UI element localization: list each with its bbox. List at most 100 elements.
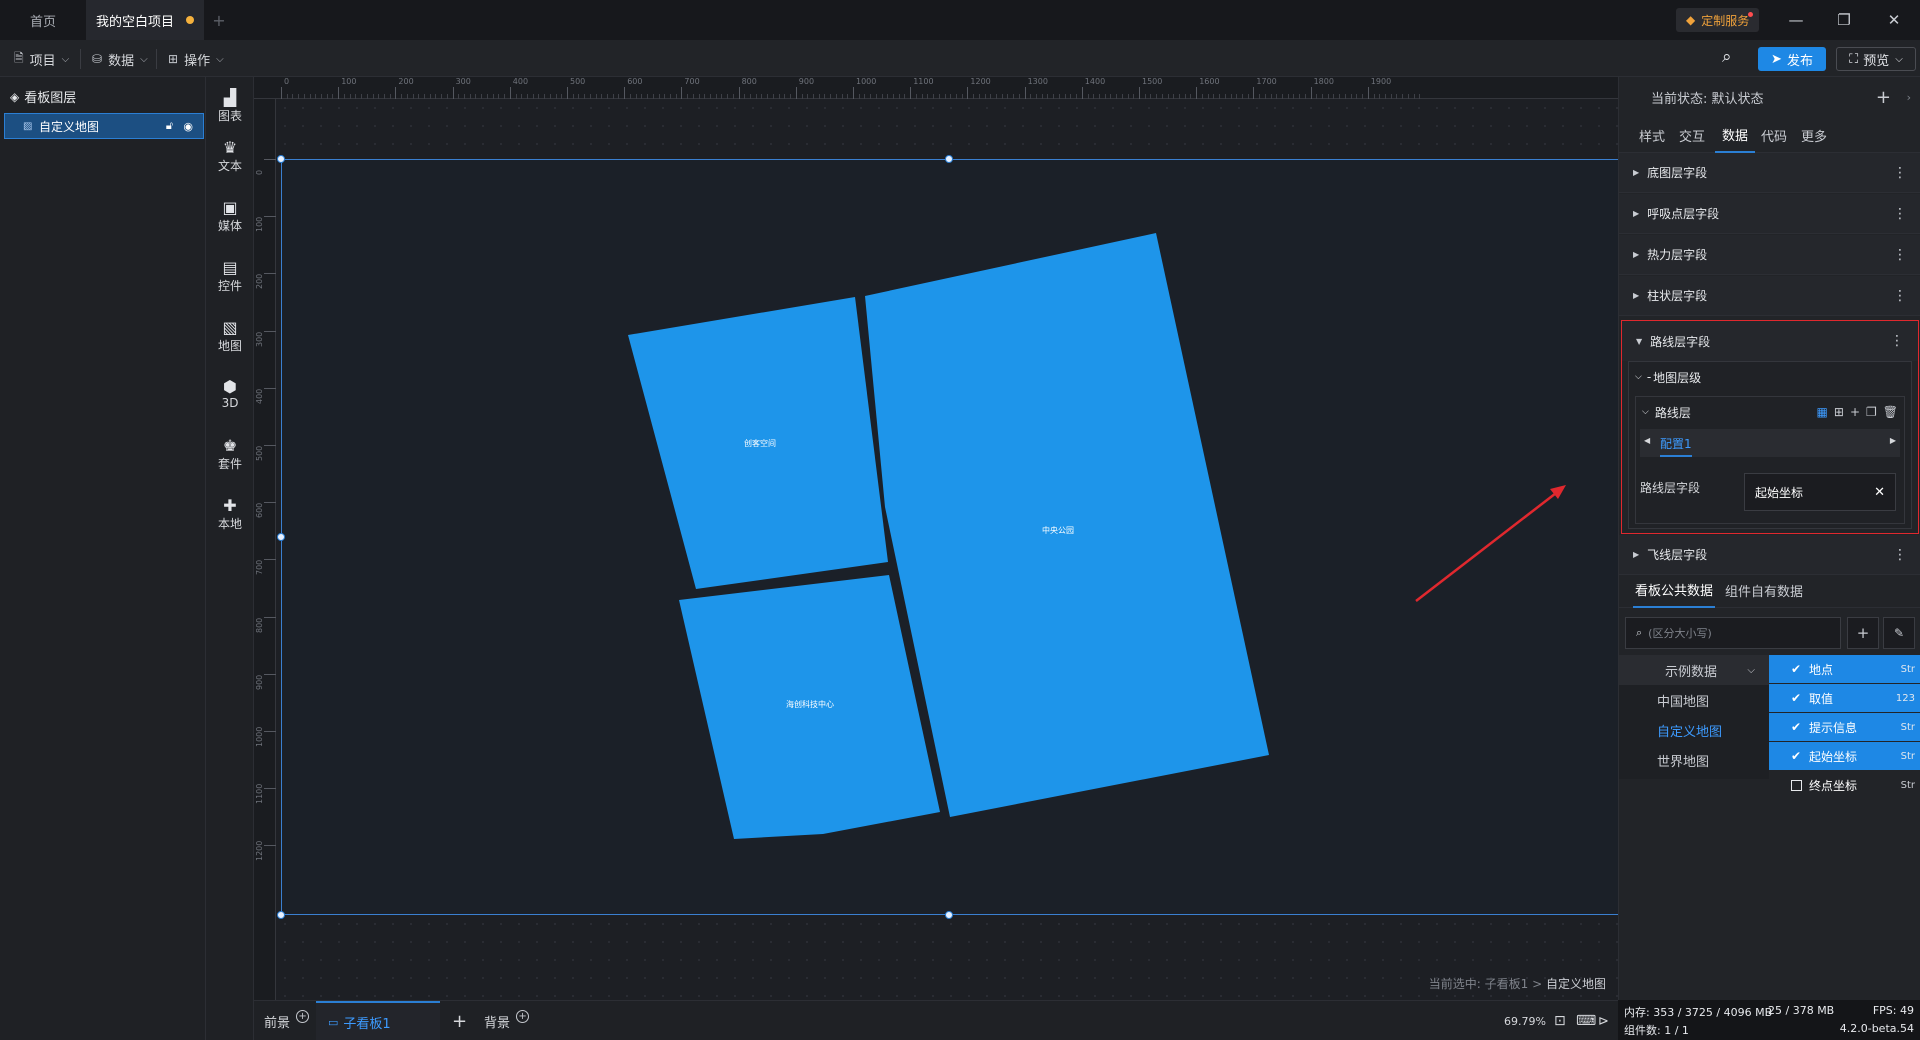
resize-handle[interactable] (277, 911, 285, 919)
field-location[interactable]: ✔ 地点 Str (1769, 655, 1920, 683)
section-label: 飞线层字段 (1647, 548, 1708, 562)
tab-home[interactable]: 首页 (0, 0, 86, 40)
minimize-icon[interactable]: — (1776, 0, 1816, 40)
dataset-china-map[interactable]: 中国地图 (1619, 685, 1769, 715)
section-breath-point-fields[interactable]: ▶ 呼吸点层字段 ⋮ (1619, 194, 1920, 234)
resize-handle[interactable] (945, 911, 953, 919)
chevron-right-icon[interactable]: › (1907, 91, 1911, 104)
project-menu-label: 项目 (29, 53, 56, 69)
dataset-search-input[interactable]: ⌕ (区分大小写) (1625, 617, 1841, 649)
component-3d[interactable]: ⬢ 3D (206, 371, 254, 417)
more-icon[interactable]: ⋮ (1890, 333, 1904, 349)
route-layer-header[interactable]: ⌵ 路线层 (1642, 397, 1691, 427)
resize-handle[interactable] (945, 155, 953, 163)
field-tooltip[interactable]: ✔ 提示信息 Str (1769, 713, 1920, 741)
clear-icon[interactable]: ✕ (1874, 485, 1885, 500)
caret-right-icon: ▶ (1633, 168, 1640, 177)
restore-icon[interactable]: ❐ (1824, 0, 1864, 40)
component-control[interactable]: ▤ 控件 (206, 253, 254, 299)
add-icon[interactable]: + (1850, 405, 1860, 419)
operate-menu[interactable]: ⊞ 操作 ⌵ (168, 47, 224, 71)
tab-board-public-data[interactable]: 看板公共数据 (1633, 572, 1716, 608)
tab-sub-board[interactable]: ▭ 子看板1 (316, 1001, 440, 1040)
caret-left-icon[interactable]: ◀ (1644, 436, 1650, 445)
caret-right-icon[interactable]: ▶ (1890, 436, 1896, 445)
config-tab[interactable]: 配置1 (1660, 435, 1692, 457)
field-start-coord[interactable]: ✔ 起始坐标 Str (1769, 742, 1920, 770)
more-icon[interactable]: ⋮ (1893, 247, 1907, 263)
layout-icon[interactable]: ▦ (1817, 405, 1828, 419)
add-board-button[interactable]: + (452, 1001, 467, 1040)
field-end-coord[interactable]: 终点坐标 Str (1769, 771, 1920, 799)
section-route-layer-fields[interactable]: ▼ 路线层字段 ⋮ (1622, 321, 1918, 361)
foreground-label: 前景 (264, 1015, 291, 1031)
section-heat-layer-fields[interactable]: ▶ 热力层字段 ⋮ (1619, 235, 1920, 275)
field-value[interactable]: ✔ 取值 123 (1769, 684, 1920, 712)
layer-item-custom-map[interactable]: ▨ 自定义地图 🔓︎ ◉ (4, 113, 204, 139)
route-field-select[interactable]: 起始坐标 ✕ (1744, 473, 1896, 511)
custom-service-button[interactable]: ◆ 定制服务 (1676, 8, 1760, 32)
dataset-label: 示例数据 (1665, 664, 1718, 680)
tab-more[interactable]: 更多 (1801, 117, 1827, 153)
preview-button[interactable]: ⛶ 预览 ⌵ (1836, 47, 1916, 71)
trash-icon[interactable]: 🗑︎ (1883, 405, 1898, 419)
add-dataset-button[interactable]: + (1847, 617, 1879, 649)
table-icon[interactable]: ⊞ (1834, 405, 1844, 419)
search-icon[interactable]: ⌕ (1722, 47, 1732, 67)
caret-right-icon: ▶ (1633, 291, 1640, 300)
add-state-icon[interactable]: + (1876, 87, 1891, 108)
data-menu[interactable]: ⛁ 数据 ⌵ (92, 47, 148, 71)
tab-data[interactable]: 数据 (1715, 117, 1755, 153)
current-selection-path: 当前选中: 子看板1 > 自定义地图 (1429, 975, 1606, 992)
section-label: 热力层字段 (1647, 248, 1708, 262)
component-media[interactable]: ▣ 媒体 (206, 193, 254, 239)
terminal-icon[interactable]: ⊳ (1598, 1001, 1609, 1040)
tab-background[interactable]: 背景 + (484, 1001, 530, 1040)
more-icon[interactable]: ⋮ (1893, 165, 1907, 181)
section-flyline-fields[interactable]: ▶ 飞线层字段 ⋮ (1619, 535, 1920, 575)
component-suite[interactable]: ♚ 套件 (206, 431, 254, 477)
tab-interaction[interactable]: 交互 (1679, 117, 1705, 153)
resize-handle[interactable] (277, 533, 285, 541)
eye-icon[interactable]: ◉ (183, 120, 193, 133)
lock-icon[interactable]: 🔓︎ (166, 119, 173, 133)
tab-project[interactable]: 我的空白项目 (86, 0, 204, 40)
tab-style[interactable]: 样式 (1639, 117, 1665, 153)
component-count: 组件数: 1 / 1 (1624, 1024, 1689, 1037)
more-icon[interactable]: ⋮ (1893, 206, 1907, 222)
copy-icon[interactable]: ❐ (1866, 405, 1877, 419)
add-background-icon[interactable]: + (516, 1009, 530, 1023)
zoom-level[interactable]: 69.79% (1504, 1001, 1546, 1040)
resize-handle[interactable] (277, 155, 285, 163)
more-icon[interactable]: ⋮ (1893, 547, 1907, 563)
add-foreground-icon[interactable]: + (296, 1009, 310, 1023)
project-menu[interactable]: 🗎 项目 ⌵ (14, 47, 69, 71)
edit-dataset-button[interactable]: ✎ (1883, 617, 1915, 649)
more-icon[interactable]: ⋮ (1893, 288, 1907, 304)
tab-component-own-data[interactable]: 组件自有数据 (1725, 572, 1803, 608)
current-state[interactable]: 当前状态: 默认状态 + › (1619, 77, 1920, 117)
selection-target[interactable]: 自定义地图 (1546, 977, 1606, 991)
component-map[interactable]: ▧ 地图 (206, 313, 254, 359)
component-local[interactable]: ✚ 本地 (206, 491, 254, 537)
section-base-layer-fields[interactable]: ▶ 底图层字段 ⋮ (1619, 153, 1920, 193)
map-region-central-park[interactable] (865, 233, 1269, 817)
keyboard-icon[interactable]: ⌨ (1576, 1001, 1596, 1040)
close-icon[interactable]: ✕ (1874, 0, 1914, 40)
dataset-sample[interactable]: 示例数据 ⌵ (1619, 655, 1769, 685)
tab-code[interactable]: 代码 (1761, 117, 1787, 153)
publish-button[interactable]: ➤ 发布 (1758, 47, 1826, 71)
fps-counter: FPS: 49 (1872, 1004, 1914, 1017)
new-tab-button[interactable]: + (204, 0, 234, 40)
component-label: 媒体 (217, 218, 242, 233)
component-chart[interactable]: ▟ 图表 (206, 83, 254, 129)
component-text[interactable]: ♛ 文本 (206, 133, 254, 179)
custom-map-component[interactable]: 创客空间 中央公园 海创科技中心 (254, 77, 1618, 1000)
canvas-area[interactable]: 0 100 200 300 400 500 600 700 800 900 1000 1100 1200… (254, 77, 1618, 1000)
dataset-world-map[interactable]: 世界地图 (1619, 745, 1769, 775)
map-layer-header[interactable]: ⌵ - 地图层级 (1635, 362, 1701, 392)
dataset-custom-map[interactable]: 自定义地图 (1619, 715, 1769, 745)
fit-screen-icon[interactable]: ⊡ (1554, 1001, 1566, 1040)
tab-foreground[interactable]: 前景 + (264, 1001, 310, 1040)
section-bar-layer-fields[interactable]: ▶ 柱状层字段 ⋮ (1619, 276, 1920, 316)
